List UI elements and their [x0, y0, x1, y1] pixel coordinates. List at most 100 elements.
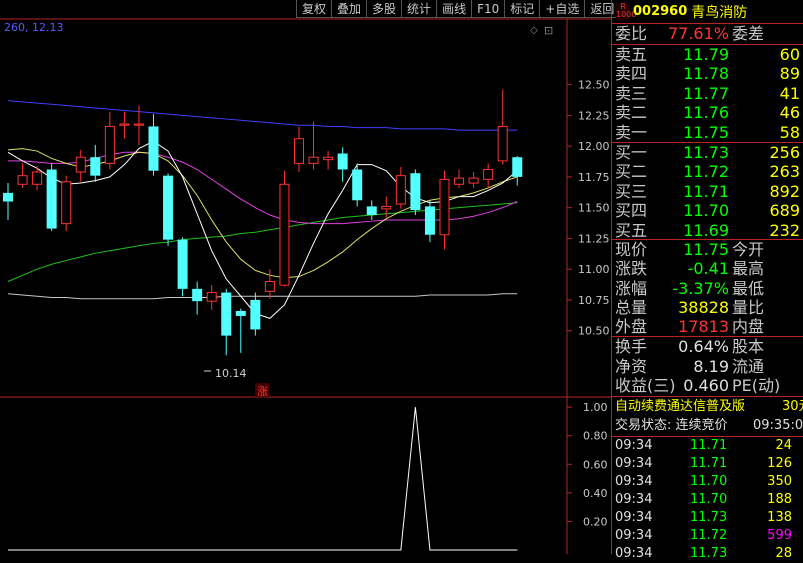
tick-price: 11.70: [690, 474, 728, 489]
candle[interactable]: [235, 308, 246, 353]
stock-code: 002960: [633, 4, 688, 19]
price-tick-label: 11.00: [578, 263, 610, 276]
indicator-tick-label: 0.40: [583, 487, 608, 500]
toolbar-button-5[interactable]: F10: [471, 0, 505, 18]
tick-time: 09:34: [615, 492, 653, 507]
candle[interactable]: [90, 144, 101, 182]
indicator-tick-label: 0.60: [583, 458, 608, 471]
sell-row[interactable]: 卖三 11.77 41: [612, 84, 803, 103]
buy-row[interactable]: 买五 11.69 232: [612, 221, 803, 240]
diamond-icon[interactable]: ◇: [530, 25, 538, 36]
weibi-label: 委比: [615, 24, 648, 43]
toolbar-button-6[interactable]: 标记: [504, 0, 540, 18]
sell-price: 11.79: [683, 45, 729, 64]
candle[interactable]: [163, 173, 174, 246]
settings-icon[interactable]: ⊡: [544, 24, 553, 37]
toolbar-button-2[interactable]: 多股: [366, 0, 402, 18]
buy-row[interactable]: 买三 11.71 892: [612, 182, 803, 201]
candle[interactable]: [264, 269, 275, 299]
sell-row[interactable]: 卖一 11.75 58: [612, 123, 803, 142]
tick-price: 11.73: [690, 546, 728, 561]
candle[interactable]: [75, 149, 86, 182]
sell-row[interactable]: 卖二 11.76 46: [612, 103, 803, 122]
candle[interactable]: [3, 183, 13, 220]
toolbar-button-1[interactable]: 叠加: [331, 0, 367, 18]
candle[interactable]: [250, 292, 261, 336]
tick-time: 09:34: [615, 528, 653, 543]
buy-label: 买四: [615, 201, 648, 221]
sell-row[interactable]: 卖五 11.79 60: [612, 45, 803, 64]
tick-row: 09:34 11.71 126: [612, 455, 803, 473]
candle[interactable]: [308, 121, 319, 170]
ad-extra: 30元: [782, 399, 803, 414]
candle[interactable]: [46, 163, 57, 232]
candle[interactable]: [61, 175, 72, 232]
buy-volume: 232: [769, 220, 800, 240]
buy-row[interactable]: 买一 11.73 256: [612, 143, 803, 162]
toolbar-button-7[interactable]: +自选: [539, 0, 585, 18]
sell-price: 11.75: [683, 122, 729, 142]
candle[interactable]: [206, 285, 217, 310]
quote-label: 外盘: [615, 317, 648, 337]
candle[interactable]: [192, 281, 203, 315]
tick-volume: 138: [767, 510, 792, 525]
candle[interactable]: [454, 169, 465, 188]
candle[interactable]: [119, 111, 130, 139]
quote-label2: 量比: [732, 297, 765, 317]
candle[interactable]: [352, 163, 363, 207]
candle[interactable]: [512, 155, 523, 186]
tick-time: 09:34: [615, 510, 653, 525]
candle[interactable]: [104, 111, 115, 170]
quote-label: 涨跌: [615, 259, 648, 279]
candle[interactable]: [17, 163, 28, 188]
kline-chart[interactable]: 12.50 12.25 12.00 11.75 11.50 11.25 11.00 10.75…: [0, 0, 611, 554]
buy-price: 11.73: [683, 143, 729, 162]
tick-volume: 350: [767, 474, 792, 489]
stock-header: R 1000 002960 青鸟消防: [612, 0, 803, 24]
buy-row[interactable]: 买四 11.70 689: [612, 201, 803, 220]
candle[interactable]: [483, 163, 494, 188]
candle[interactable]: [294, 126, 304, 172]
quote-value: 38828: [678, 297, 729, 317]
tick-time: 09:34: [615, 546, 653, 561]
tick-price: 11.73: [690, 510, 728, 525]
buy-row[interactable]: 买二 11.72 263: [612, 162, 803, 181]
ma-blue-line: [7, 100, 518, 131]
toolbar-button-4[interactable]: 画线: [436, 0, 472, 18]
candle[interactable]: [410, 169, 421, 216]
candle[interactable]: [32, 165, 43, 191]
candle[interactable]: [439, 170, 450, 250]
ad-text[interactable]: 自动续费通达信普及版: [615, 397, 745, 416]
price-tick-label: 11.25: [578, 232, 610, 245]
quote-label2: 最低: [732, 278, 765, 298]
tick-price: 11.70: [690, 492, 728, 507]
candle[interactable]: [177, 237, 188, 297]
r-badge[interactable]: R 1000: [616, 2, 636, 21]
stats-value: 8.19: [693, 356, 729, 376]
candle[interactable]: [468, 171, 479, 188]
top-label: 260, 12.13: [4, 21, 63, 34]
stats-label: 净资: [615, 356, 648, 376]
candle[interactable]: [497, 89, 508, 165]
candle[interactable]: [337, 147, 348, 182]
toolbar-button-3[interactable]: 统计: [401, 0, 437, 18]
candle[interactable]: [366, 200, 377, 220]
toolbar-button-0[interactable]: 复权: [296, 0, 332, 18]
tick-row: 09:34 11.70 188: [612, 491, 803, 509]
candle[interactable]: [221, 288, 232, 356]
tick-price: 11.71: [690, 456, 728, 471]
buy-price: 11.71: [683, 181, 729, 201]
indicator-tick-label: 0.20: [583, 515, 608, 528]
sell-label: 卖三: [615, 83, 648, 103]
buy-label: 买五: [615, 220, 648, 240]
indicator-tick-label: 1.00: [583, 401, 608, 414]
candle[interactable]: [323, 151, 334, 170]
quote-value: 17813: [678, 317, 729, 337]
candle[interactable]: [395, 167, 406, 209]
candle[interactable]: [279, 170, 290, 287]
ad-row[interactable]: 自动续费通达信普及版 30元: [612, 397, 803, 416]
quote-row: 涨幅 -3.37% 最低: [612, 279, 803, 298]
candle[interactable]: [148, 114, 159, 176]
sell-row[interactable]: 卖四 11.78 89: [612, 64, 803, 83]
candle[interactable]: [424, 200, 435, 243]
